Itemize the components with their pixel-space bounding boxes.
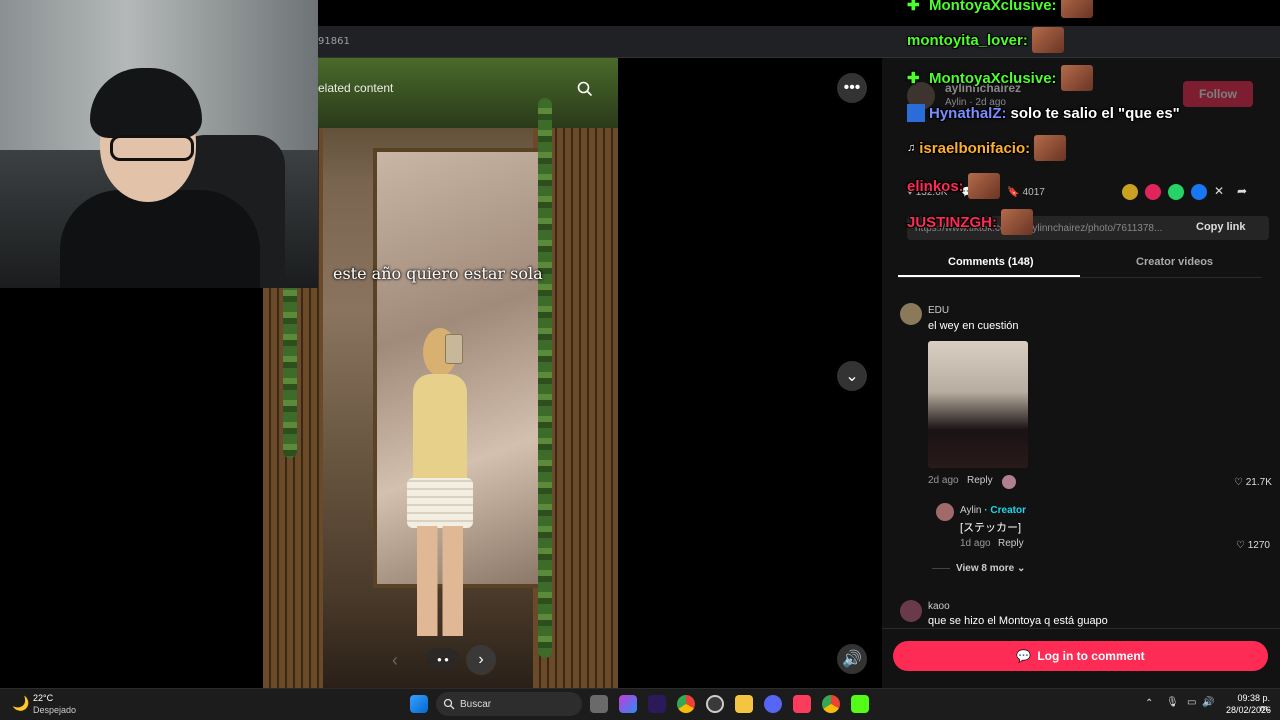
person-figure: [395, 328, 485, 636]
comment-tabs: Comments (148) Creator videos: [898, 246, 1262, 278]
kick-icon[interactable]: [851, 695, 869, 713]
obs-icon[interactable]: [706, 695, 724, 713]
address-bar-text[interactable]: 91861: [318, 36, 350, 47]
webcam-overlay: [0, 0, 318, 288]
windows-taskbar: [0, 688, 1280, 720]
clock-date[interactable]: 28/02/2026: [1226, 705, 1271, 715]
copilot-icon[interactable]: [619, 695, 637, 713]
music-note-icon: ♫: [907, 142, 916, 154]
chat-line: ♫ israelbonifacio:: [907, 135, 1067, 161]
carousel-next-button[interactable]: ›: [466, 645, 496, 675]
comment-author[interactable]: Aylin · Creator: [960, 505, 1026, 516]
comment-time: 1d ago: [960, 538, 991, 549]
comment-text: que se hizo el Montoya q está guapo: [928, 615, 1108, 627]
search-icon: [443, 698, 455, 710]
chevron-up-icon[interactable]: ⌃: [1145, 698, 1153, 709]
heart-outline-icon: ♡: [1236, 540, 1245, 551]
reply-button[interactable]: Reply: [967, 475, 993, 486]
comment-text: [ステッカー]: [960, 522, 1022, 534]
chrome-profile-icon[interactable]: [822, 695, 840, 713]
photo-caption: este año quiero estar sola: [333, 264, 543, 283]
chat-line: ✚ MontoyaXclusive:: [907, 65, 1093, 91]
comment-author[interactable]: EDU: [928, 305, 949, 316]
vine-right: [538, 98, 552, 658]
chat-line: JUSTINZGH:: [907, 209, 1033, 235]
discord-icon[interactable]: [764, 695, 782, 713]
file-explorer-icon[interactable]: [735, 695, 753, 713]
more-dots-icon[interactable]: •••: [837, 73, 867, 103]
comment-likes[interactable]: ♡ 1270: [1236, 540, 1270, 551]
moon-icon: 🌙: [12, 695, 30, 711]
emote-icon: [1031, 27, 1064, 53]
comment-time: 2d ago: [928, 475, 959, 486]
comment-author[interactable]: kaoo: [928, 601, 950, 612]
badge-icon: ✚: [907, 70, 920, 87]
emote-icon: [1060, 0, 1093, 18]
windows-start-icon[interactable]: [410, 695, 428, 713]
tab-creator-videos[interactable]: Creator videos: [1136, 256, 1213, 268]
chat-line: HynathalZ: solo te salio el "que es": [907, 104, 1180, 122]
emote-icon: [1060, 65, 1093, 91]
comment-likes[interactable]: ♡ 21.7K: [1234, 477, 1272, 488]
comment-text: el wey en cuestión: [928, 320, 1019, 332]
emote-icon: [1034, 135, 1067, 161]
emote-icon: [967, 173, 1000, 199]
chat-bubble-icon: 💬: [1016, 649, 1032, 663]
active-tab-indicator: [898, 275, 1080, 277]
weather-status[interactable]: Despejado: [33, 705, 76, 715]
chrome-icon[interactable]: [677, 695, 695, 713]
heart-outline-icon: ♡: [1234, 477, 1243, 488]
taskbar-search[interactable]: Buscar: [436, 692, 582, 716]
creator-liked-avatar: [1002, 475, 1016, 489]
carousel-dots: ● ●: [426, 648, 460, 670]
divider: [932, 568, 950, 569]
volume-icon[interactable]: 🔊: [1202, 697, 1214, 708]
network-icon[interactable]: ▭: [1187, 697, 1196, 708]
chevron-down-icon[interactable]: ⌄: [837, 361, 867, 391]
chat-line: elinkos:: [907, 173, 1000, 199]
related-content-label[interactable]: elated content: [318, 81, 393, 95]
carousel-prev-button[interactable]: ‹: [392, 650, 398, 671]
vine-left: [283, 258, 297, 458]
chat-line: montoyita_lover:: [907, 27, 1064, 53]
tab-comments[interactable]: Comments (148): [948, 256, 1034, 268]
weather-temp[interactable]: 22°C: [33, 693, 53, 703]
music-icon[interactable]: [793, 695, 811, 713]
avatar[interactable]: [936, 503, 954, 521]
search-icon[interactable]: [576, 80, 594, 98]
stream-chat-overlay: ✚ MontoyaXclusive: montoyita_lover: ✚ Mont…: [907, 0, 1280, 240]
login-to-comment-button[interactable]: 💬 Log in to comment: [893, 641, 1268, 671]
emote-icon: [1001, 209, 1033, 235]
speaker-icon[interactable]: 🔊: [837, 644, 867, 674]
badge-icon: [907, 104, 925, 122]
reply-button[interactable]: Reply: [998, 538, 1024, 549]
premiere-icon[interactable]: [648, 695, 666, 713]
view-more-replies[interactable]: View 8 more ⌄: [956, 563, 1025, 574]
microphone-icon[interactable]: 🎙: [1166, 697, 1179, 708]
avatar[interactable]: [900, 303, 922, 325]
badge-icon: ✚: [907, 0, 920, 14]
avatar[interactable]: [900, 600, 922, 622]
chat-line: ✚ MontoyaXclusive:: [907, 0, 1093, 18]
task-view-icon[interactable]: [590, 695, 608, 713]
comment-sticker-image[interactable]: [928, 341, 1028, 468]
